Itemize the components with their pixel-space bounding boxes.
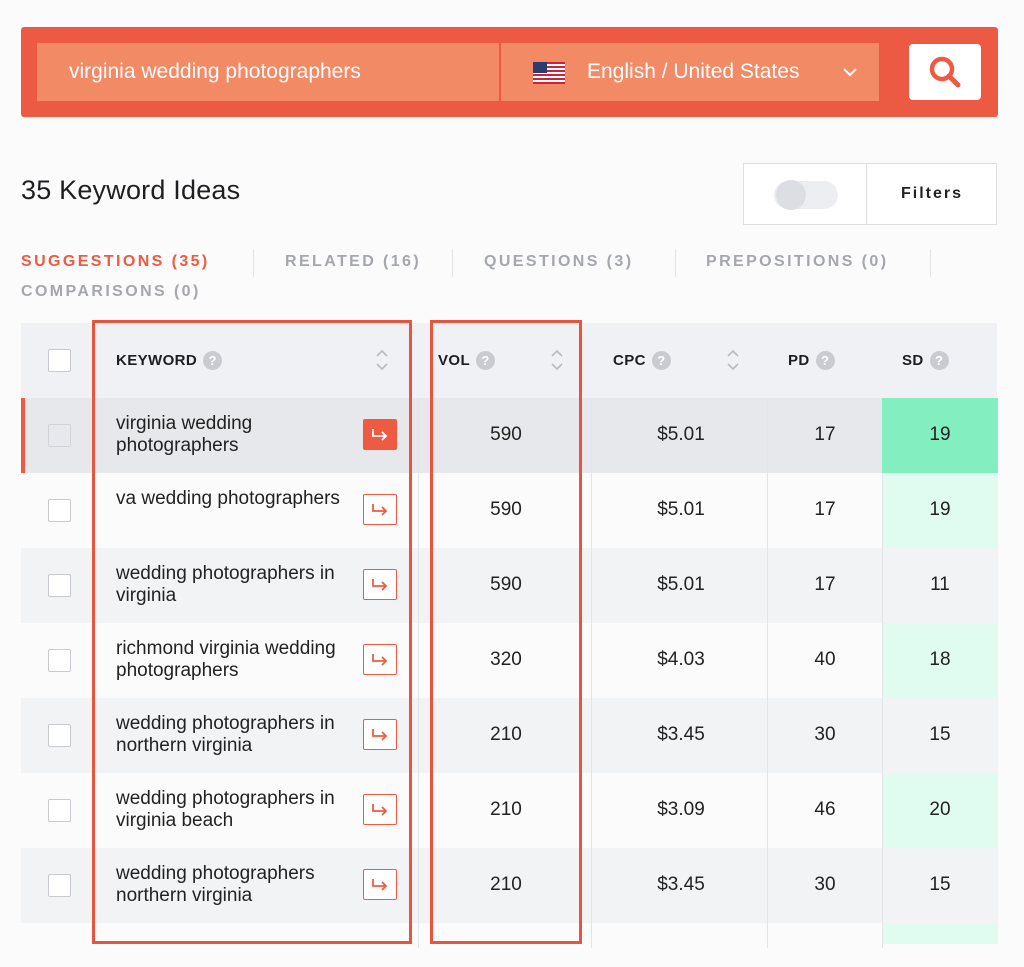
column-divider <box>591 398 592 948</box>
column-label: PD <box>788 352 810 369</box>
sd-cell: 19 <box>929 424 951 445</box>
filter-toggle[interactable] <box>774 180 838 210</box>
column-header-cpc[interactable]: CPC ? <box>613 351 671 370</box>
divider <box>930 249 931 277</box>
column-divider <box>767 398 768 948</box>
cpc-cell: $3.45 <box>657 724 705 745</box>
filters-button[interactable]: Filters <box>867 164 997 224</box>
keyword-ideas-count: 35 Keyword Ideas <box>21 175 241 205</box>
cpc-cell: $5.01 <box>657 499 705 520</box>
sd-cell: 11 <box>930 574 950 595</box>
search-button[interactable] <box>909 44 981 100</box>
column-header-sd[interactable]: SD ? <box>902 351 949 370</box>
help-icon[interactable]: ? <box>815 351 835 370</box>
row-checkbox[interactable] <box>48 424 71 447</box>
cpc-cell: $5.01 <box>657 574 705 595</box>
row-checkbox[interactable] <box>48 649 71 672</box>
cpc-cell: $3.09 <box>657 799 705 820</box>
row-checkbox[interactable] <box>48 874 71 897</box>
selected-row-indicator <box>21 398 25 473</box>
search-bar: English / United States <box>21 27 998 117</box>
sort-icon[interactable] <box>726 347 740 373</box>
pd-cell: 46 <box>814 799 836 820</box>
tab-related[interactable]: RELATED (16) <box>285 253 421 271</box>
vol-column-highlight <box>430 320 582 944</box>
column-divider <box>418 398 419 948</box>
pd-cell: 40 <box>814 649 836 670</box>
sd-cell: 15 <box>929 724 951 745</box>
row-checkbox[interactable] <box>48 724 71 747</box>
select-all-checkbox[interactable] <box>48 349 71 372</box>
language-select[interactable]: English / United States <box>501 43 879 101</box>
tab-comparisons[interactable]: COMPARISONS (0) <box>21 283 201 301</box>
language-label: English / United States <box>587 60 800 83</box>
cpc-cell: $3.45 <box>657 874 705 895</box>
sd-cell: 20 <box>929 799 951 820</box>
row-checkbox[interactable] <box>48 574 71 597</box>
sd-cell: 15 <box>929 874 951 895</box>
keyword-column-highlight <box>92 320 412 944</box>
divider <box>452 249 453 277</box>
sd-cell: 18 <box>929 649 951 670</box>
column-header-pd[interactable]: PD ? <box>788 351 835 370</box>
pd-cell: 17 <box>814 424 836 445</box>
us-flag-icon <box>533 62 565 84</box>
pd-cell: 17 <box>814 499 836 520</box>
pd-cell: 17 <box>814 574 836 595</box>
tab-questions[interactable]: QUESTIONS (3) <box>484 253 633 271</box>
pd-cell: 30 <box>814 874 836 895</box>
row-checkbox[interactable] <box>48 799 71 822</box>
tab-suggestions[interactable]: SUGGESTIONS (35) <box>21 253 210 271</box>
column-label: CPC <box>613 352 646 369</box>
column-divider <box>882 398 883 948</box>
keyword-search-input[interactable] <box>37 43 499 101</box>
help-icon[interactable]: ? <box>929 351 949 370</box>
cpc-cell: $5.01 <box>657 424 705 445</box>
row-checkbox[interactable] <box>48 499 71 522</box>
column-label: SD <box>902 352 924 369</box>
toggle-knob <box>776 180 806 210</box>
help-icon[interactable]: ? <box>651 351 671 370</box>
divider <box>675 249 676 277</box>
search-icon <box>929 56 961 88</box>
sd-cell: 19 <box>929 499 951 520</box>
divider <box>253 249 254 277</box>
chevron-down-icon <box>843 68 857 77</box>
pd-cell: 30 <box>814 724 836 745</box>
filters-panel: Filters <box>743 163 997 225</box>
cpc-cell: $4.03 <box>657 649 705 670</box>
tab-prepositions[interactable]: PREPOSITIONS (0) <box>706 253 888 271</box>
